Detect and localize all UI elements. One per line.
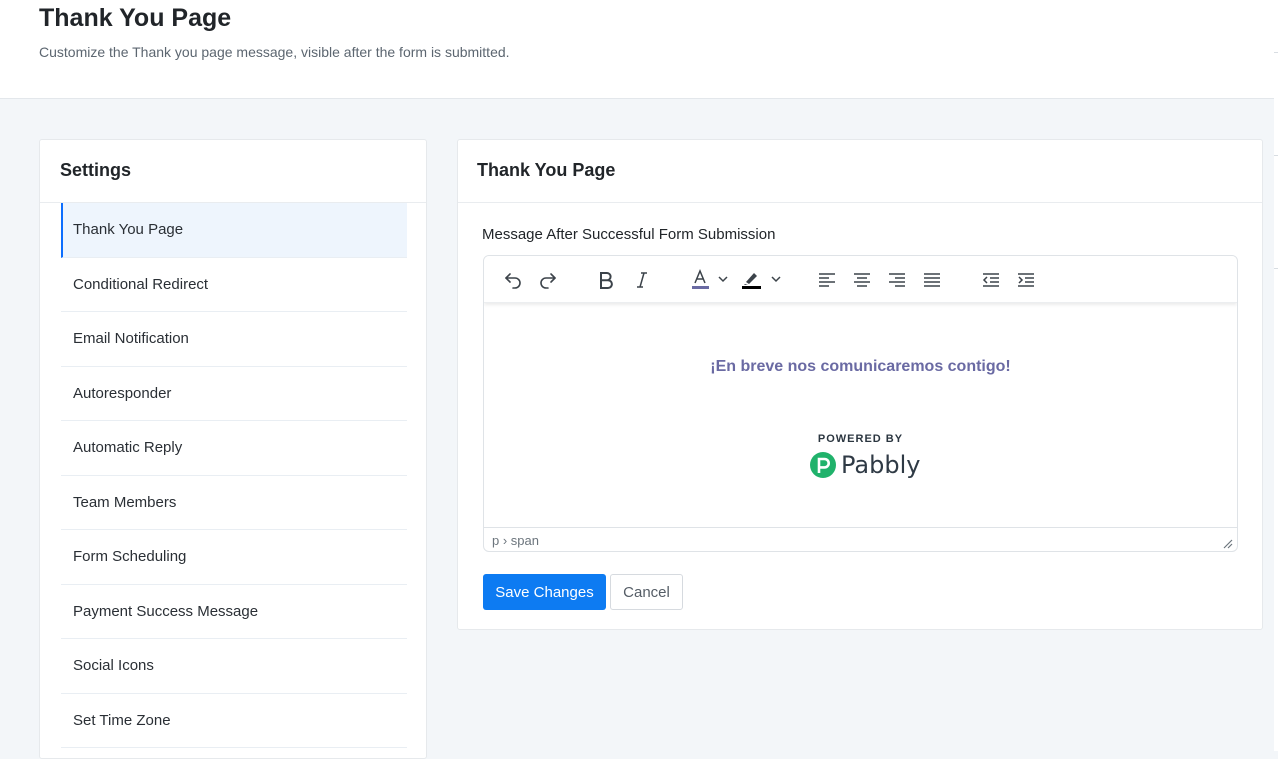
- pabbly-logo: Pabbly: [809, 449, 920, 481]
- page-header: Thank You Page Customize the Thank you p…: [0, 0, 1274, 99]
- right-edge-strip: [1274, 0, 1278, 751]
- pabbly-logo-icon: [810, 452, 836, 478]
- settings-item-automatic-reply[interactable]: Automatic Reply: [61, 421, 407, 476]
- settings-item-label: Social Icons: [73, 657, 154, 675]
- settings-title: Settings: [60, 160, 132, 180]
- thank-you-message[interactable]: ¡En breve nos comunicaremos contigo!: [484, 358, 1237, 376]
- settings-card: Settings Thank You Page Conditional Redir…: [39, 139, 427, 759]
- rich-text-editor: ¡En breve nos comunicaremos contigo! POW…: [483, 255, 1238, 552]
- settings-item-conditional-redirect[interactable]: Conditional Redirect: [61, 258, 407, 312]
- message-field-label: Message After Successful Form Submission: [482, 226, 776, 243]
- align-center-icon[interactable]: [851, 268, 873, 292]
- element-path: p › span: [492, 533, 539, 548]
- edge-tick: [1274, 52, 1278, 53]
- edge-tick: [1274, 268, 1278, 269]
- powered-by-label: POWERED BY: [817, 433, 904, 445]
- settings-item-form-scheduling[interactable]: Form Scheduling: [61, 530, 407, 585]
- settings-item-social-icons[interactable]: Social Icons: [61, 639, 407, 694]
- settings-item-payment-success-message[interactable]: Payment Success Message: [61, 585, 407, 639]
- align-justify-icon[interactable]: [921, 268, 943, 292]
- redo-icon[interactable]: [537, 268, 559, 292]
- settings-item-label: Automatic Reply: [73, 439, 183, 457]
- highlight-color-icon[interactable]: [740, 268, 784, 292]
- settings-item-label: Form Scheduling: [73, 548, 187, 566]
- settings-item-label: Email Notification: [73, 330, 189, 348]
- indent-icon[interactable]: [1015, 268, 1037, 292]
- editor-card-title: Thank You Page: [477, 160, 616, 180]
- settings-item-thank-you-page[interactable]: Thank You Page: [61, 203, 407, 258]
- align-right-icon[interactable]: [886, 268, 908, 292]
- editor-statusbar: p › span: [484, 527, 1237, 551]
- cancel-button[interactable]: Cancel: [610, 574, 683, 610]
- settings-item-label: Payment Success Message: [73, 602, 259, 620]
- font-color-icon[interactable]: [689, 268, 731, 292]
- settings-item-autoresponder[interactable]: Autoresponder: [61, 367, 407, 421]
- editor-toolbar: [484, 256, 1237, 303]
- page-title: Thank You Page: [39, 4, 232, 32]
- settings-item-team-members[interactable]: Team Members: [61, 476, 407, 530]
- settings-menu: Thank You Page Conditional Redirect Email …: [61, 203, 407, 748]
- page-subtitle: Customize the Thank you page message, vi…: [39, 44, 510, 60]
- resize-handle-icon[interactable]: [1223, 539, 1233, 549]
- align-left-icon[interactable]: [816, 268, 838, 292]
- italic-icon[interactable]: [632, 268, 652, 292]
- settings-item-label: Set Time Zone: [73, 711, 171, 729]
- thank-you-editor-card: Thank You Page Message After Successful …: [457, 139, 1263, 630]
- save-changes-button[interactable]: Save Changes: [483, 574, 606, 610]
- settings-item-label: Conditional Redirect: [73, 275, 209, 293]
- settings-item-label: Thank You Page: [73, 221, 184, 239]
- undo-icon[interactable]: [502, 268, 524, 292]
- outdent-icon[interactable]: [980, 268, 1002, 292]
- divider: [458, 202, 1262, 203]
- settings-item-label: Team Members: [73, 493, 177, 511]
- settings-item-email-notification[interactable]: Email Notification: [61, 312, 407, 367]
- editor-content-area[interactable]: ¡En breve nos comunicaremos contigo! POW…: [484, 304, 1237, 526]
- pabbly-wordmark: Pabbly: [841, 451, 921, 479]
- settings-item-label: Autoresponder: [73, 384, 172, 402]
- bold-icon[interactable]: [596, 268, 616, 292]
- edge-tick: [1274, 155, 1278, 156]
- settings-item-set-time-zone[interactable]: Set Time Zone: [61, 694, 407, 748]
